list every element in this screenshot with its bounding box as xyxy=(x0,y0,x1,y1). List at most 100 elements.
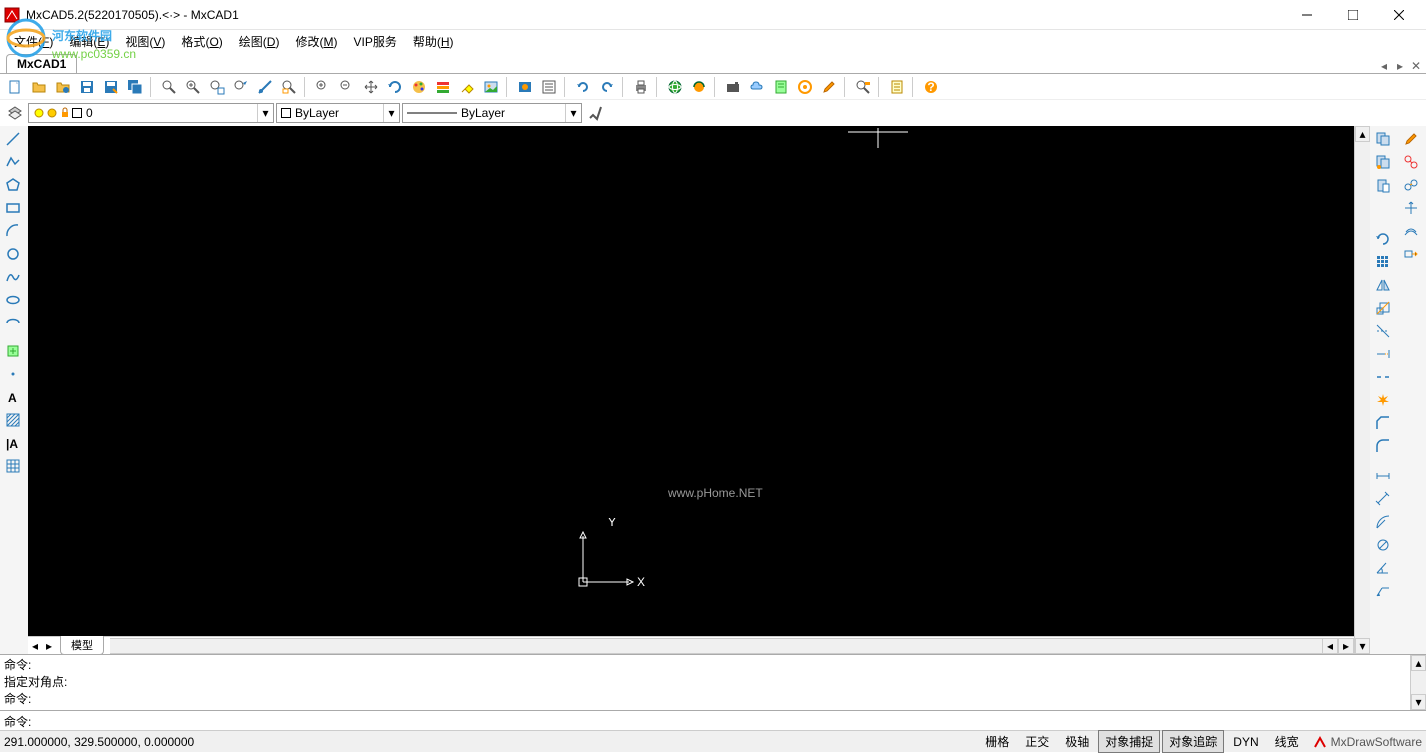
properties-icon[interactable] xyxy=(538,76,560,98)
regen-icon[interactable] xyxy=(384,76,406,98)
doc-tab-mxcad1[interactable]: MxCAD1 xyxy=(6,54,77,73)
linetype-selector[interactable]: ByLayer ▾ xyxy=(402,103,582,123)
ortho-toggle[interactable]: 正交 xyxy=(1018,730,1056,753)
zoom-realtime-icon[interactable] xyxy=(230,76,252,98)
dim-linear-icon[interactable] xyxy=(1372,465,1394,487)
note-icon[interactable] xyxy=(770,76,792,98)
layout-prev-button[interactable]: ◂ xyxy=(28,639,42,653)
undo-icon[interactable] xyxy=(572,76,594,98)
cloud-icon[interactable] xyxy=(746,76,768,98)
polyline-icon[interactable] xyxy=(2,151,24,173)
line-icon[interactable] xyxy=(2,128,24,150)
vertical-scrollbar[interactable]: ▴ ▾ xyxy=(1354,126,1370,654)
tab-close-button[interactable]: ✕ xyxy=(1409,59,1423,73)
text-icon[interactable]: A xyxy=(2,386,24,408)
arc-icon[interactable] xyxy=(2,220,24,242)
camera-icon[interactable]: < circle cx="8" cy="9" r="2.5" fill="#2a… xyxy=(722,76,744,98)
ellipse-arc-icon[interactable] xyxy=(2,312,24,334)
highlight-icon[interactable] xyxy=(456,76,478,98)
array-icon[interactable] xyxy=(1372,251,1394,273)
refresh-globe-icon[interactable] xyxy=(688,76,710,98)
color-palette-icon[interactable] xyxy=(408,76,430,98)
spline-icon[interactable] xyxy=(2,266,24,288)
menu-draw[interactable]: 绘图(D) xyxy=(231,31,288,52)
redo-icon[interactable] xyxy=(596,76,618,98)
hscroll-right-icon[interactable]: ▸ xyxy=(1338,638,1354,654)
tab-prev-button[interactable]: ◂ xyxy=(1377,59,1391,73)
menu-view[interactable]: 视图(V) xyxy=(117,31,173,52)
image-icon[interactable] xyxy=(480,76,502,98)
vscroll-down-icon[interactable]: ▾ xyxy=(1355,638,1370,654)
zoom-window-icon[interactable] xyxy=(278,76,300,98)
dim-angular-icon[interactable] xyxy=(1372,557,1394,579)
lineweight-toggle[interactable]: 线宽 xyxy=(1268,730,1306,753)
globe-icon[interactable] xyxy=(664,76,686,98)
paste-icon[interactable] xyxy=(1372,174,1394,196)
vscroll-up-icon[interactable]: ▴ xyxy=(1355,126,1370,142)
zoom-out-icon[interactable] xyxy=(336,76,358,98)
hatch-icon[interactable] xyxy=(2,409,24,431)
copy-clip-icon[interactable] xyxy=(1372,128,1394,150)
tab-next-button[interactable]: ▸ xyxy=(1393,59,1407,73)
break-icon[interactable] xyxy=(1372,366,1394,388)
model-tab[interactable]: 模型 xyxy=(60,636,104,655)
snap-grid-toggle[interactable]: 栅格 xyxy=(978,730,1016,753)
layer-dropdown-icon[interactable]: ▾ xyxy=(257,104,273,122)
insert-block-icon[interactable] xyxy=(2,340,24,362)
marker-icon[interactable] xyxy=(794,76,816,98)
dim-aligned-icon[interactable] xyxy=(1372,488,1394,510)
circle-icon[interactable] xyxy=(2,243,24,265)
extend-icon[interactable] xyxy=(1372,343,1394,365)
zoom-extents-icon[interactable] xyxy=(206,76,228,98)
menu-edit[interactable]: 编辑(E) xyxy=(61,31,117,52)
zoom-scale-icon[interactable] xyxy=(254,76,276,98)
scale-icon[interactable] xyxy=(1372,297,1394,319)
copy-base-icon[interactable] xyxy=(1372,151,1394,173)
edit-pencil-icon[interactable] xyxy=(1400,128,1422,150)
drawing-canvas[interactable]: www.pHome.NET Y X xyxy=(28,126,1354,636)
linetype-dropdown-icon[interactable]: ▾ xyxy=(565,104,581,122)
trim-icon[interactable] xyxy=(1372,320,1394,342)
menu-modify[interactable]: 修改(M) xyxy=(287,31,345,52)
horizontal-scrollbar[interactable]: ◂ ▸ xyxy=(110,638,1354,654)
open-folder-icon[interactable] xyxy=(28,76,50,98)
table-icon[interactable] xyxy=(2,455,24,477)
print-icon[interactable] xyxy=(630,76,652,98)
otrack-toggle[interactable]: 对象追踪 xyxy=(1162,730,1224,753)
move-icon[interactable] xyxy=(1400,197,1422,219)
color-dropdown-icon[interactable]: ▾ xyxy=(383,104,399,122)
save-as-icon[interactable] xyxy=(100,76,122,98)
mirror-icon[interactable] xyxy=(1372,274,1394,296)
command-input[interactable] xyxy=(35,711,1426,730)
zoom-in-icon[interactable] xyxy=(182,76,204,98)
hscroll-left-icon[interactable]: ◂ xyxy=(1322,638,1338,654)
minimize-button[interactable] xyxy=(1284,0,1330,30)
pencil-icon[interactable] xyxy=(818,76,840,98)
offset-icon[interactable] xyxy=(1400,220,1422,242)
dim-diameter-icon[interactable] xyxy=(1372,534,1394,556)
color-selector[interactable]: ByLayer ▾ xyxy=(276,103,400,123)
mtext-icon[interactable]: |A xyxy=(2,432,24,454)
brush-icon[interactable] xyxy=(584,102,606,124)
find-icon[interactable] xyxy=(852,76,874,98)
menu-help[interactable]: 帮助(H) xyxy=(405,31,462,52)
rectangle-icon[interactable] xyxy=(2,197,24,219)
ellipse-icon[interactable] xyxy=(2,289,24,311)
menu-file[interactable]: 文件(F) xyxy=(6,31,61,52)
layer-stack-icon[interactable] xyxy=(432,76,454,98)
stretch-icon[interactable] xyxy=(1400,243,1422,265)
render-icon[interactable] xyxy=(514,76,536,98)
pan-icon[interactable] xyxy=(360,76,382,98)
open-dwg-icon[interactable] xyxy=(52,76,74,98)
dyn-toggle[interactable]: DYN xyxy=(1226,732,1265,752)
menu-format[interactable]: 格式(O) xyxy=(173,31,230,52)
help-circle-icon[interactable]: ? xyxy=(920,76,942,98)
menu-vip[interactable]: VIP服务 xyxy=(345,31,404,52)
fillet-icon[interactable] xyxy=(1372,435,1394,457)
dim-leader-icon[interactable] xyxy=(1372,580,1394,602)
maximize-button[interactable] xyxy=(1330,0,1376,30)
osnap-toggle[interactable]: 对象捕捉 xyxy=(1098,730,1160,753)
save-icon[interactable] xyxy=(76,76,98,98)
copy-object-icon[interactable] xyxy=(1400,174,1422,196)
point-icon[interactable] xyxy=(2,363,24,385)
